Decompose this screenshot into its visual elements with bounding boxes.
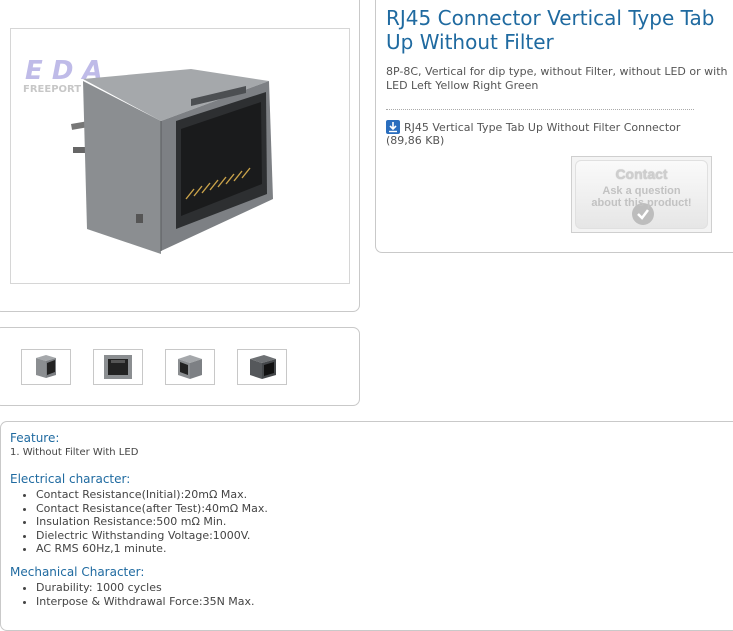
thumbnail-panel: [0, 327, 360, 406]
thumbnail-image: [178, 355, 202, 379]
electrical-list: Contact Resistance(Initial):20mΩ Max. Co…: [21, 488, 268, 556]
contact-subtitle: Ask a question about this product!: [576, 185, 707, 209]
list-item: Contact Resistance(Initial):20mΩ Max.: [36, 488, 268, 502]
thumbnail-1[interactable]: [21, 349, 71, 385]
download-label: RJ45 Vertical Type Tab Up Without Filter…: [404, 121, 681, 134]
product-description-panel: Feature: 1. Without Filter With LED Elec…: [0, 421, 733, 631]
main-image-panel: E D A FREEPORT: [0, 0, 360, 312]
contact-line-2: about this product!: [591, 197, 692, 209]
list-item: Dielectric Withstanding Voltage:1000V.: [36, 529, 268, 543]
feature-heading: Feature:: [10, 431, 60, 445]
download-link[interactable]: RJ45 Vertical Type Tab Up Without Filter…: [386, 120, 686, 147]
thumbnail-image: [36, 355, 56, 378]
feature-text: 1. Without Filter With LED: [10, 447, 139, 458]
list-item: Insulation Resistance:500 mΩ Min.: [36, 515, 268, 529]
contact-button[interactable]: Contact Ask a question about this produc…: [571, 156, 712, 233]
thumbnail-3[interactable]: [165, 349, 215, 385]
list-item: AC RMS 60Hz,1 minute.: [36, 542, 268, 556]
thumbnail-4[interactable]: [237, 349, 287, 385]
download-icon: [386, 120, 400, 134]
download-size: (89,86 KB): [386, 134, 445, 147]
thumbnail-image: [104, 355, 132, 379]
electrical-heading: Electrical character:: [10, 472, 131, 486]
rj45-connector-image: E D A FREEPORT: [23, 56, 273, 254]
divider: [386, 109, 694, 110]
contact-title: Contact: [615, 166, 668, 182]
mechanical-list: Durability: 1000 cycles Interpose & With…: [21, 581, 255, 608]
contact-line-1: Ask a question: [602, 185, 681, 197]
product-info-panel: RJ45 Connector Vertical Type Tab Up With…: [375, 0, 733, 253]
list-item: Durability: 1000 cycles: [36, 581, 255, 595]
contact-button-face: Contact Ask a question about this produc…: [575, 160, 708, 229]
product-title: RJ45 Connector Vertical Type Tab Up With…: [386, 6, 715, 54]
product-short-description: 8P-8C, Vertical for dip type, without Fi…: [386, 65, 728, 92]
thumbnail-image: [250, 355, 276, 379]
thumbnail-2[interactable]: [93, 349, 143, 385]
mechanical-heading: Mechanical Character:: [10, 565, 145, 579]
list-item: Interpose & Withdrawal Force:35N Max.: [36, 595, 255, 609]
list-item: Contact Resistance(after Test):40mΩ Max.: [36, 502, 268, 516]
product-image[interactable]: E D A FREEPORT: [10, 28, 350, 284]
svg-text:FREEPORT: FREEPORT: [23, 84, 81, 95]
